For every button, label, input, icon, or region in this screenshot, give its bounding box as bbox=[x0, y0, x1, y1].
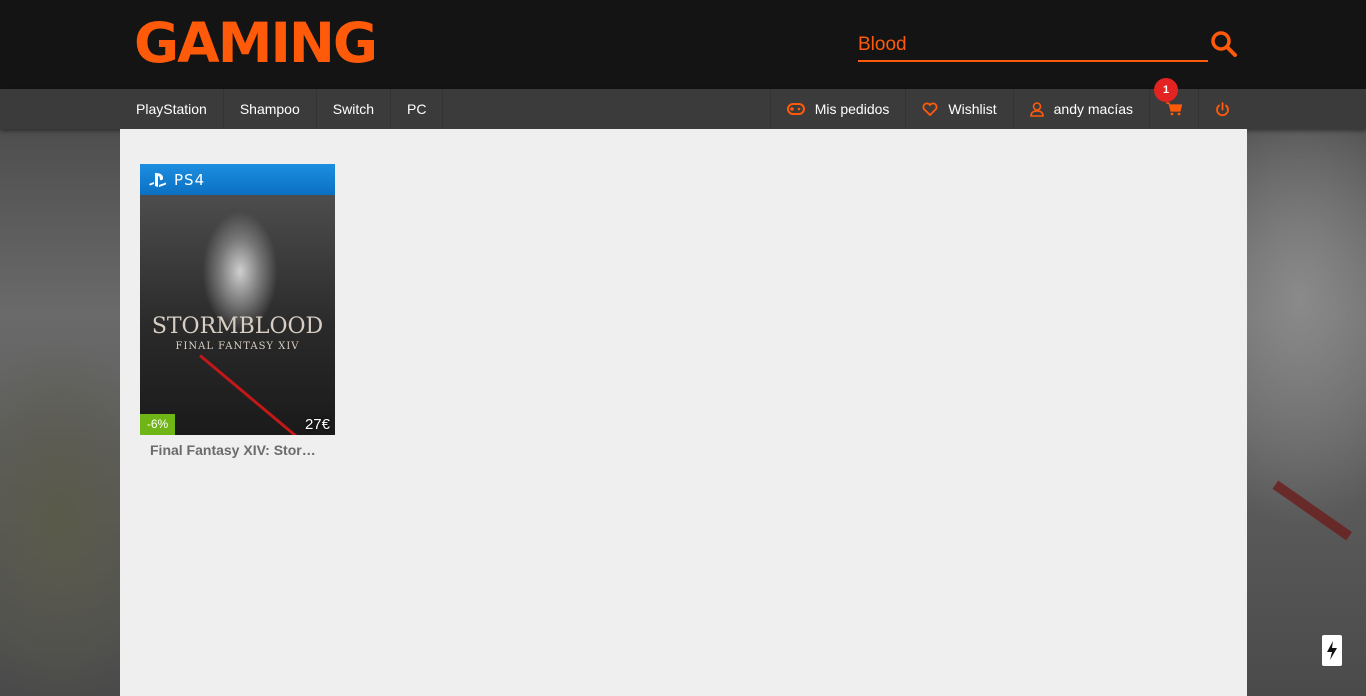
nav-item-playstation[interactable]: PlayStation bbox=[120, 89, 224, 129]
user-nav: Mis pedidos Wishlist andy macías 1 bbox=[769, 78, 1246, 129]
product-price: 27€ bbox=[304, 416, 330, 433]
product-card[interactable]: PS4 STORMBLOOD FINAL FANTASY XIV -6% 27€… bbox=[140, 164, 335, 458]
product-cover[interactable]: PS4 STORMBLOOD FINAL FANTASY XIV -6% 27€ bbox=[140, 164, 335, 435]
cart-icon bbox=[1166, 102, 1182, 116]
user-icon bbox=[1029, 101, 1044, 117]
search-icon bbox=[1211, 31, 1237, 57]
gamepad-icon bbox=[786, 103, 805, 115]
cart-button[interactable]: 1 bbox=[1149, 78, 1198, 129]
user-link[interactable]: andy macías bbox=[1012, 89, 1149, 129]
platform-label: PS4 bbox=[174, 170, 206, 189]
orders-label: Mis pedidos bbox=[814, 101, 890, 117]
wishlist-label: Wishlist bbox=[948, 101, 997, 117]
lightning-button[interactable] bbox=[1322, 635, 1342, 666]
discount-badge: -6% bbox=[140, 414, 175, 435]
platform-banner: PS4 bbox=[140, 164, 335, 195]
search-button[interactable] bbox=[1210, 30, 1238, 58]
nav-bar: PlayStation Shampoo Switch PC Mis pedido… bbox=[0, 78, 1366, 129]
search-input[interactable] bbox=[858, 30, 1208, 60]
header: GAMING bbox=[0, 0, 1366, 89]
playstation-icon bbox=[149, 172, 166, 187]
nav-item-pc[interactable]: PC bbox=[391, 89, 444, 129]
search-results-panel: PS4 STORMBLOOD FINAL FANTASY XIV -6% 27€… bbox=[120, 129, 1247, 696]
lightning-icon bbox=[1327, 641, 1337, 660]
product-title[interactable]: Final Fantasy XIV: Stor… bbox=[140, 442, 325, 458]
category-nav: PlayStation Shampoo Switch PC bbox=[120, 89, 444, 129]
site-logo[interactable]: GAMING bbox=[134, 13, 378, 73]
nav-item-switch[interactable]: Switch bbox=[316, 89, 391, 129]
power-icon bbox=[1216, 101, 1229, 116]
nav-item-shampoo[interactable]: Shampoo bbox=[223, 89, 317, 129]
cover-title: STORMBLOOD bbox=[151, 314, 324, 339]
user-name: andy macías bbox=[1053, 101, 1133, 117]
orders-link[interactable]: Mis pedidos bbox=[769, 89, 906, 129]
search-box bbox=[858, 30, 1208, 62]
cover-streak bbox=[199, 354, 309, 435]
wishlist-link[interactable]: Wishlist bbox=[905, 89, 1012, 129]
cart-count-badge: 1 bbox=[1154, 78, 1178, 102]
cover-subtitle: FINAL FANTASY XIV bbox=[175, 341, 300, 352]
heart-icon bbox=[922, 102, 938, 116]
logout-button[interactable] bbox=[1198, 89, 1246, 129]
